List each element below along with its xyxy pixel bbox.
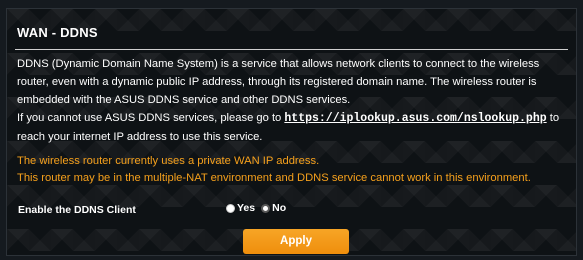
ddns-client-radio-group: Yes No [226,202,292,214]
ddns-yes-label: Yes [237,202,256,214]
warning-line-2: This router may be in the multiple-NAT e… [17,172,531,184]
warning-line-1: The wireless router currently uses a pri… [17,155,320,167]
ddns-no-label: No [272,202,287,214]
ddns-description: DDNS (Dynamic Domain Name System) is a s… [17,55,569,146]
nat-warning: The wireless router currently uses a pri… [17,153,569,187]
description-paragraph-2: If you cannot use ASUS DDNS services, pl… [17,109,569,146]
ddns-no-radio[interactable] [261,203,271,213]
ddns-yes-option[interactable]: Yes [226,202,255,214]
panel-title: WAN - DDNS [17,25,98,40]
title-divider [15,49,568,50]
ddns-client-row: Enable the DDNS Client Yes No [11,197,572,223]
ddns-yes-radio[interactable] [226,203,235,213]
ddns-no-option[interactable]: No [261,202,286,214]
description-text-before-link: If you cannot use ASUS DDNS services, pl… [17,112,285,124]
apply-button[interactable]: Apply [243,229,349,254]
description-paragraph-1: DDNS (Dynamic Domain Name System) is a s… [17,58,540,106]
ddns-client-label: Enable the DDNS Client [18,204,136,216]
ddns-panel: WAN - DDNS DDNS (Dynamic Domain Name Sys… [6,8,577,256]
nslookup-link[interactable]: https://iplookup.asus.com/nslookup.php [284,112,546,125]
